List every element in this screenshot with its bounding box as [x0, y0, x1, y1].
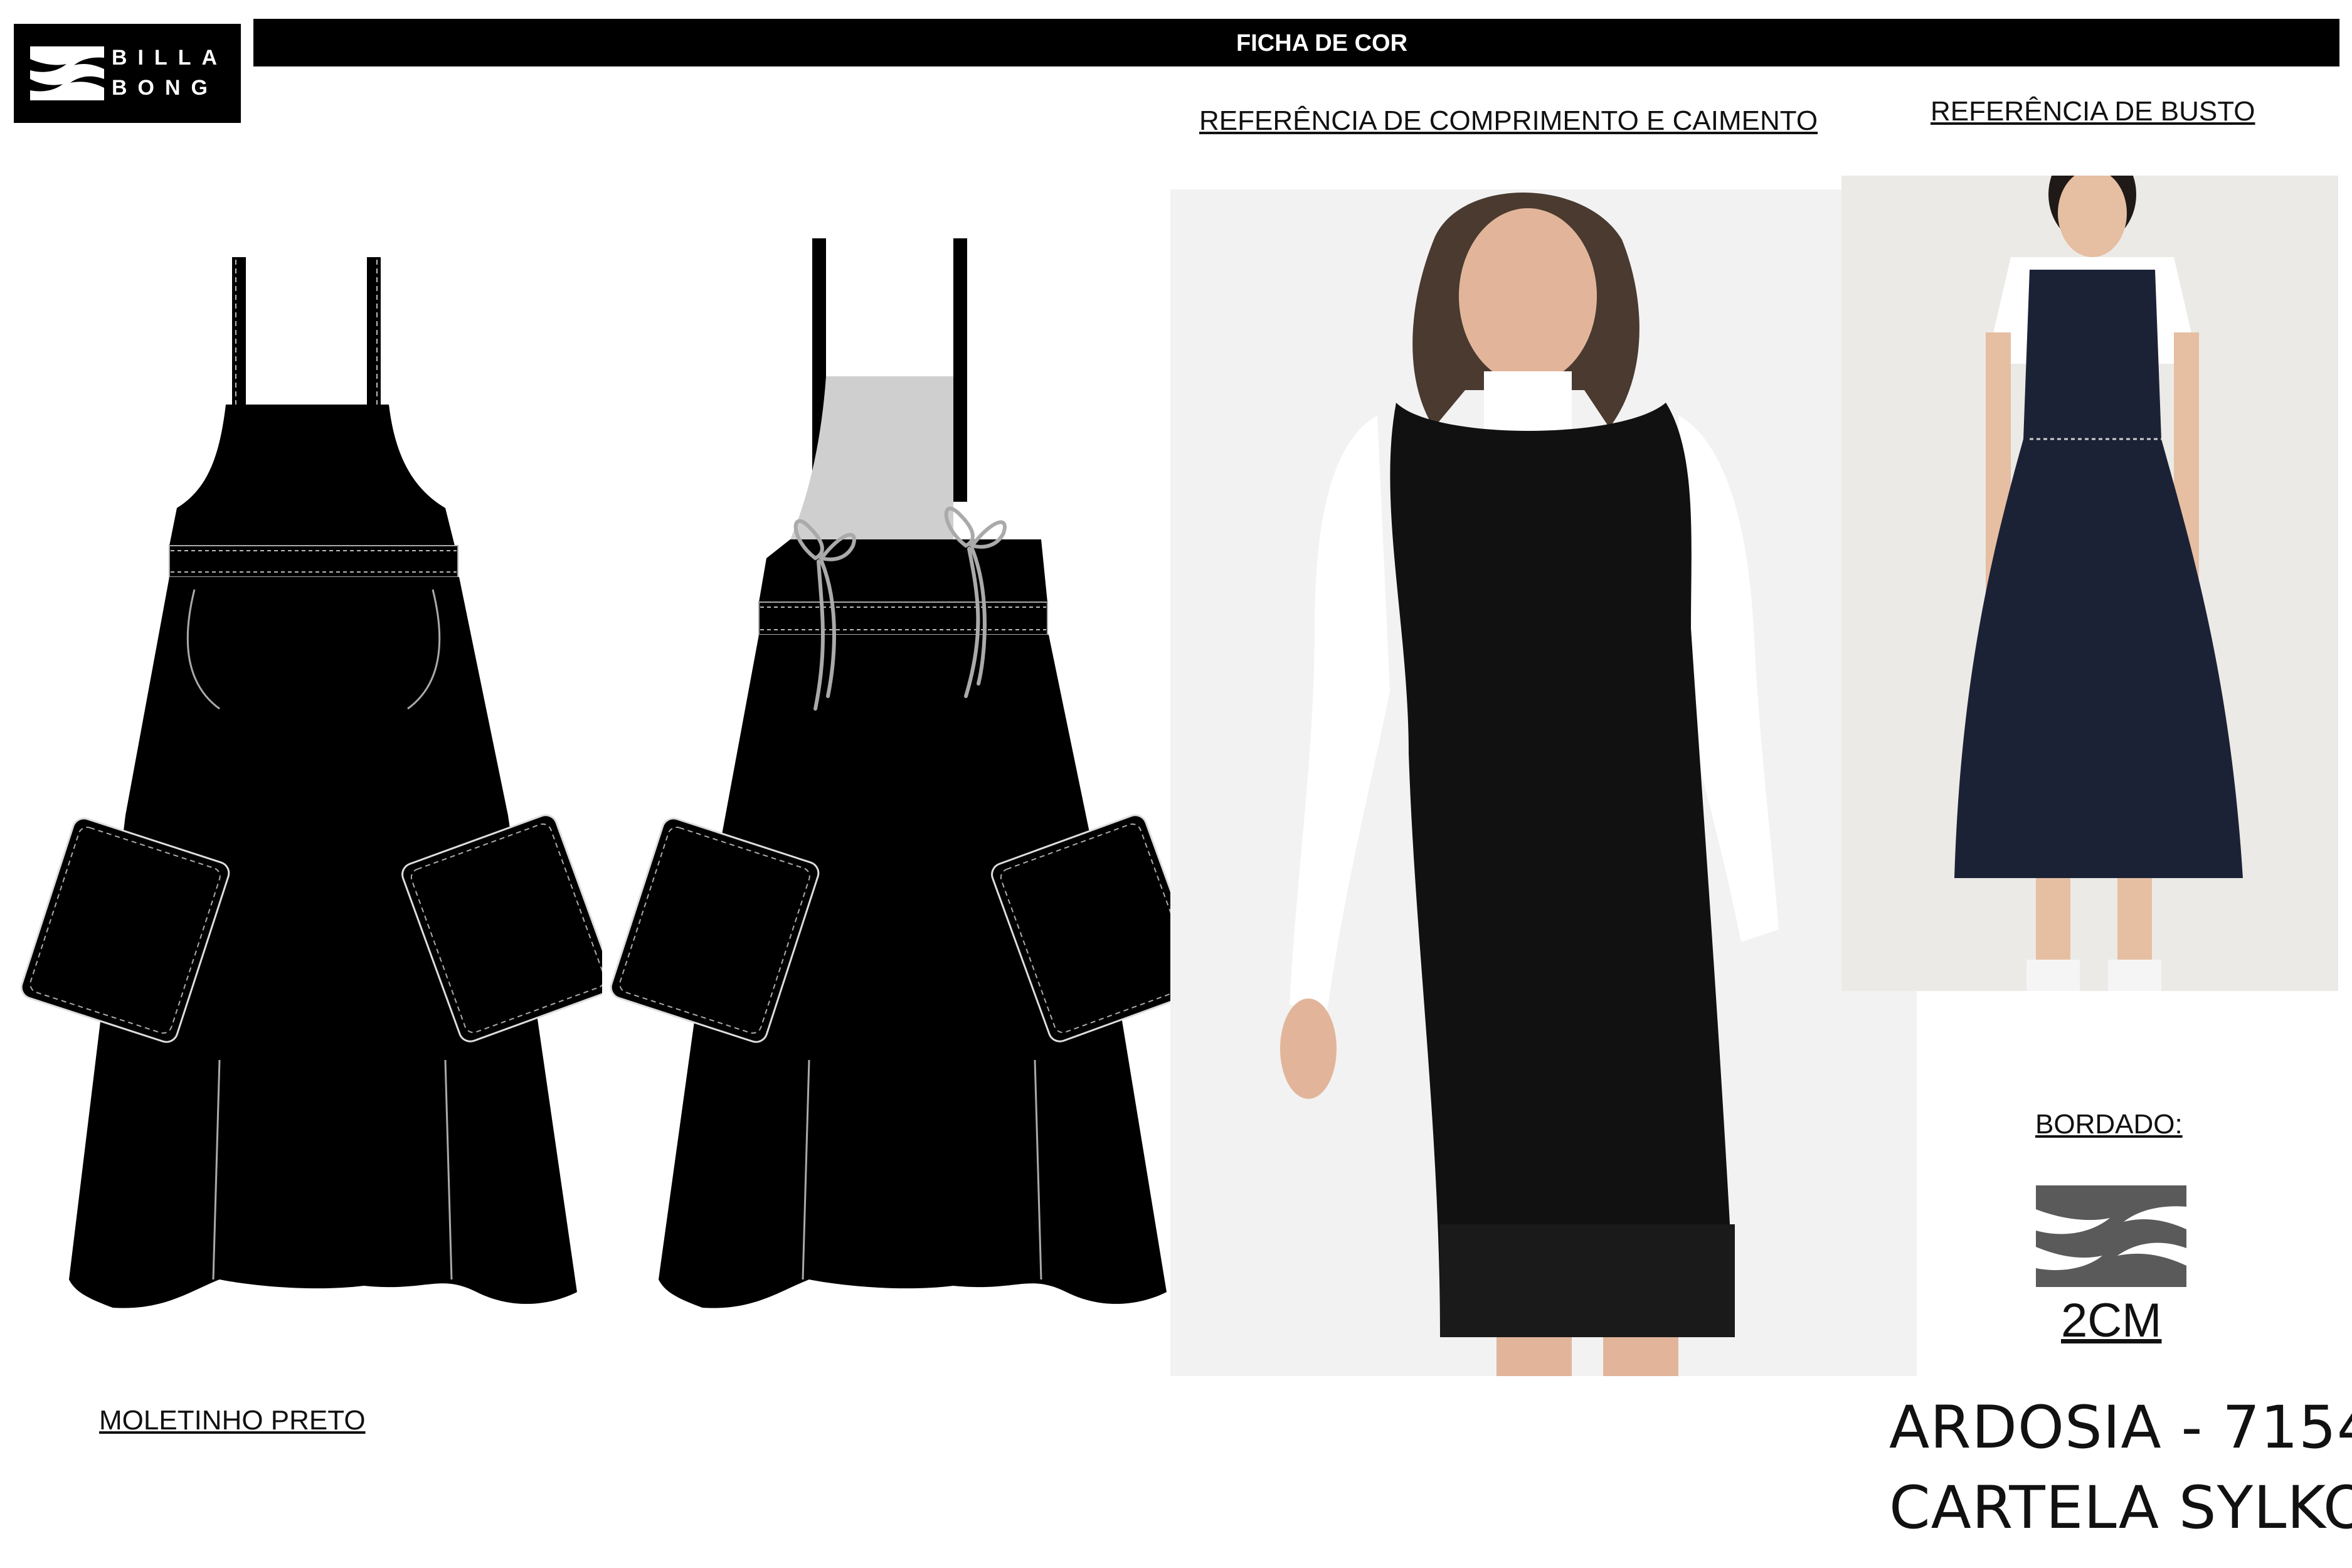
billabong-wave-icon	[2036, 1185, 2186, 1287]
header-bar: FICHA DE COR	[253, 19, 2339, 66]
length-fit-reference-photo	[1170, 189, 1917, 1376]
embroidery-label: BORDADO:	[2035, 1109, 2183, 1140]
embroidery-size: 2CM	[2061, 1294, 2162, 1347]
front-dress-sketch	[20, 257, 602, 1308]
length-fit-reference-label: REFERÊNCIA DE COMPRIMENTO E CAIMENTO	[1199, 105, 1818, 136]
brand-name-line2: BONG	[112, 76, 218, 100]
billabong-wave-icon	[30, 46, 104, 100]
color-chart: CARTELA SYLKO	[1889, 1474, 2352, 1542]
color-code: ARDOSIA - 7154	[1889, 1394, 2352, 1462]
brand-logo: BILLA BONG	[14, 24, 241, 123]
brand-name-line1: BILLA	[112, 46, 228, 70]
fabric-label: MOLETINHO PRETO	[99, 1405, 366, 1436]
page-title: FICHA DE COR	[1236, 30, 1408, 56]
bust-reference-photo	[1841, 176, 2338, 991]
bust-reference-label: REFERÊNCIA DE BUSTO	[1931, 96, 2255, 127]
back-dress-sketch	[610, 238, 1192, 1308]
